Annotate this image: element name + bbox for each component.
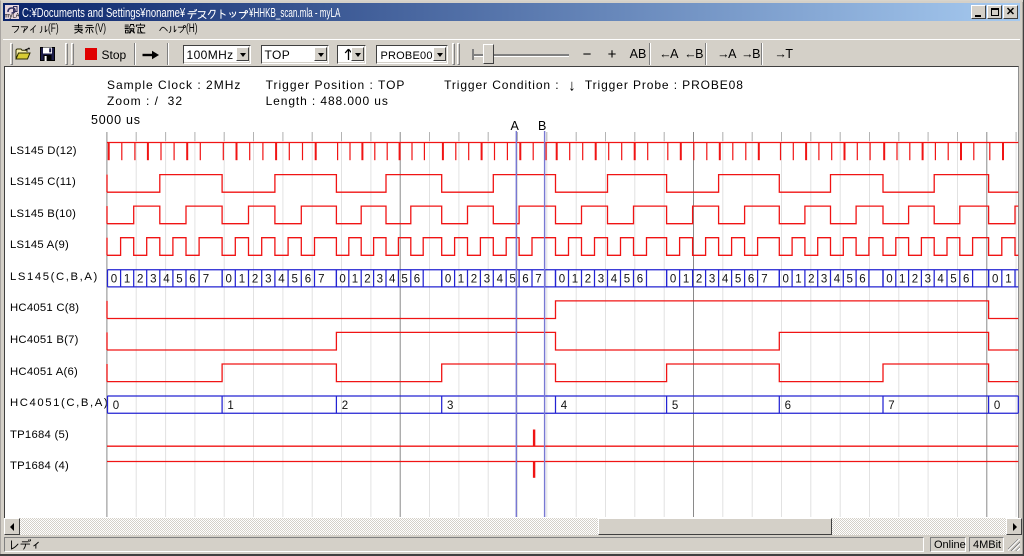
svg-text:1: 1 — [458, 274, 464, 286]
svg-text:2: 2 — [808, 274, 814, 286]
svg-text:6: 6 — [785, 400, 791, 412]
svg-text:3: 3 — [265, 274, 271, 286]
svg-text:0: 0 — [782, 274, 788, 286]
svg-text:7: 7 — [203, 274, 209, 286]
svg-text:1: 1 — [1005, 274, 1011, 286]
svg-text:1: 1 — [227, 400, 233, 412]
svg-text:2: 2 — [696, 274, 702, 286]
svg-text:5: 5 — [509, 274, 515, 286]
svg-text:4: 4 — [389, 274, 396, 286]
svg-text:0: 0 — [994, 400, 1000, 412]
svg-text:4: 4 — [722, 274, 729, 286]
svg-text:2: 2 — [342, 400, 348, 412]
svg-text:5: 5 — [846, 274, 852, 286]
svg-text:6: 6 — [414, 274, 420, 286]
svg-text:0: 0 — [445, 274, 451, 286]
svg-text:7: 7 — [318, 274, 324, 286]
svg-text:3: 3 — [925, 274, 931, 286]
svg-text:4: 4 — [937, 274, 944, 286]
svg-text:3: 3 — [484, 274, 490, 286]
svg-text:5: 5 — [950, 274, 956, 286]
svg-text:5: 5 — [624, 274, 630, 286]
svg-text:7: 7 — [761, 274, 767, 286]
svg-text:3: 3 — [447, 400, 453, 412]
svg-text:5: 5 — [672, 400, 678, 412]
svg-text:3: 3 — [377, 274, 383, 286]
svg-text:6: 6 — [859, 274, 865, 286]
svg-text:0: 0 — [992, 274, 998, 286]
svg-text:4: 4 — [611, 274, 618, 286]
svg-text:1: 1 — [899, 274, 905, 286]
svg-text:1: 1 — [572, 274, 578, 286]
svg-text:6: 6 — [963, 274, 969, 286]
svg-text:4: 4 — [163, 274, 170, 286]
svg-text:3: 3 — [598, 274, 604, 286]
svg-text:5: 5 — [176, 274, 182, 286]
svg-text:6: 6 — [522, 274, 528, 286]
svg-text:4: 4 — [497, 274, 504, 286]
svg-text:2: 2 — [364, 274, 370, 286]
svg-text:4: 4 — [561, 400, 568, 412]
svg-text:0: 0 — [886, 274, 892, 286]
svg-text:0: 0 — [113, 400, 119, 412]
svg-text:1: 1 — [124, 274, 130, 286]
svg-text:6: 6 — [637, 274, 643, 286]
svg-text:5: 5 — [735, 274, 741, 286]
svg-text:3: 3 — [150, 274, 156, 286]
svg-text:2: 2 — [585, 274, 591, 286]
svg-text:2: 2 — [137, 274, 143, 286]
svg-text:2: 2 — [471, 274, 477, 286]
svg-text:7: 7 — [888, 400, 894, 412]
svg-text:6: 6 — [748, 274, 754, 286]
svg-text:5: 5 — [291, 274, 297, 286]
svg-text:2: 2 — [912, 274, 918, 286]
svg-text:0: 0 — [670, 274, 676, 286]
svg-text:4: 4 — [834, 274, 841, 286]
svg-text:1: 1 — [795, 274, 801, 286]
svg-text:6: 6 — [305, 274, 311, 286]
svg-text:2: 2 — [252, 274, 258, 286]
svg-text:0: 0 — [225, 274, 231, 286]
svg-text:4: 4 — [278, 274, 285, 286]
svg-text:7: 7 — [535, 274, 541, 286]
svg-text:0: 0 — [111, 274, 117, 286]
svg-text:0: 0 — [339, 274, 345, 286]
svg-text:3: 3 — [821, 274, 827, 286]
svg-text:1: 1 — [239, 274, 245, 286]
svg-text:1: 1 — [352, 274, 358, 286]
svg-text:5: 5 — [401, 274, 407, 286]
svg-text:1: 1 — [683, 274, 689, 286]
svg-text:3: 3 — [709, 274, 715, 286]
svg-text:0: 0 — [559, 274, 565, 286]
svg-text:6: 6 — [189, 274, 195, 286]
